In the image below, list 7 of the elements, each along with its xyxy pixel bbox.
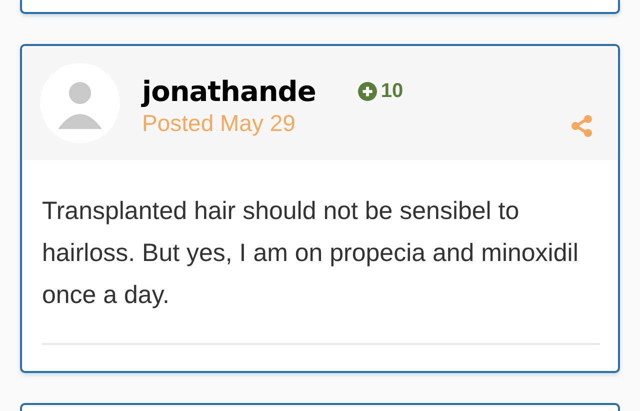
plus-icon (358, 82, 377, 101)
reputation-value: 10 (380, 80, 404, 103)
post-text: Transplanted hair should not be sensibel to hairloss. But yes, I am on propecia and minoxidil once a day. (42, 196, 580, 311)
avatar-icon (40, 63, 120, 143)
username[interactable]: jonathande (142, 75, 316, 108)
share-icon[interactable] (570, 114, 594, 138)
post-date: Posted May 29 (142, 110, 296, 137)
